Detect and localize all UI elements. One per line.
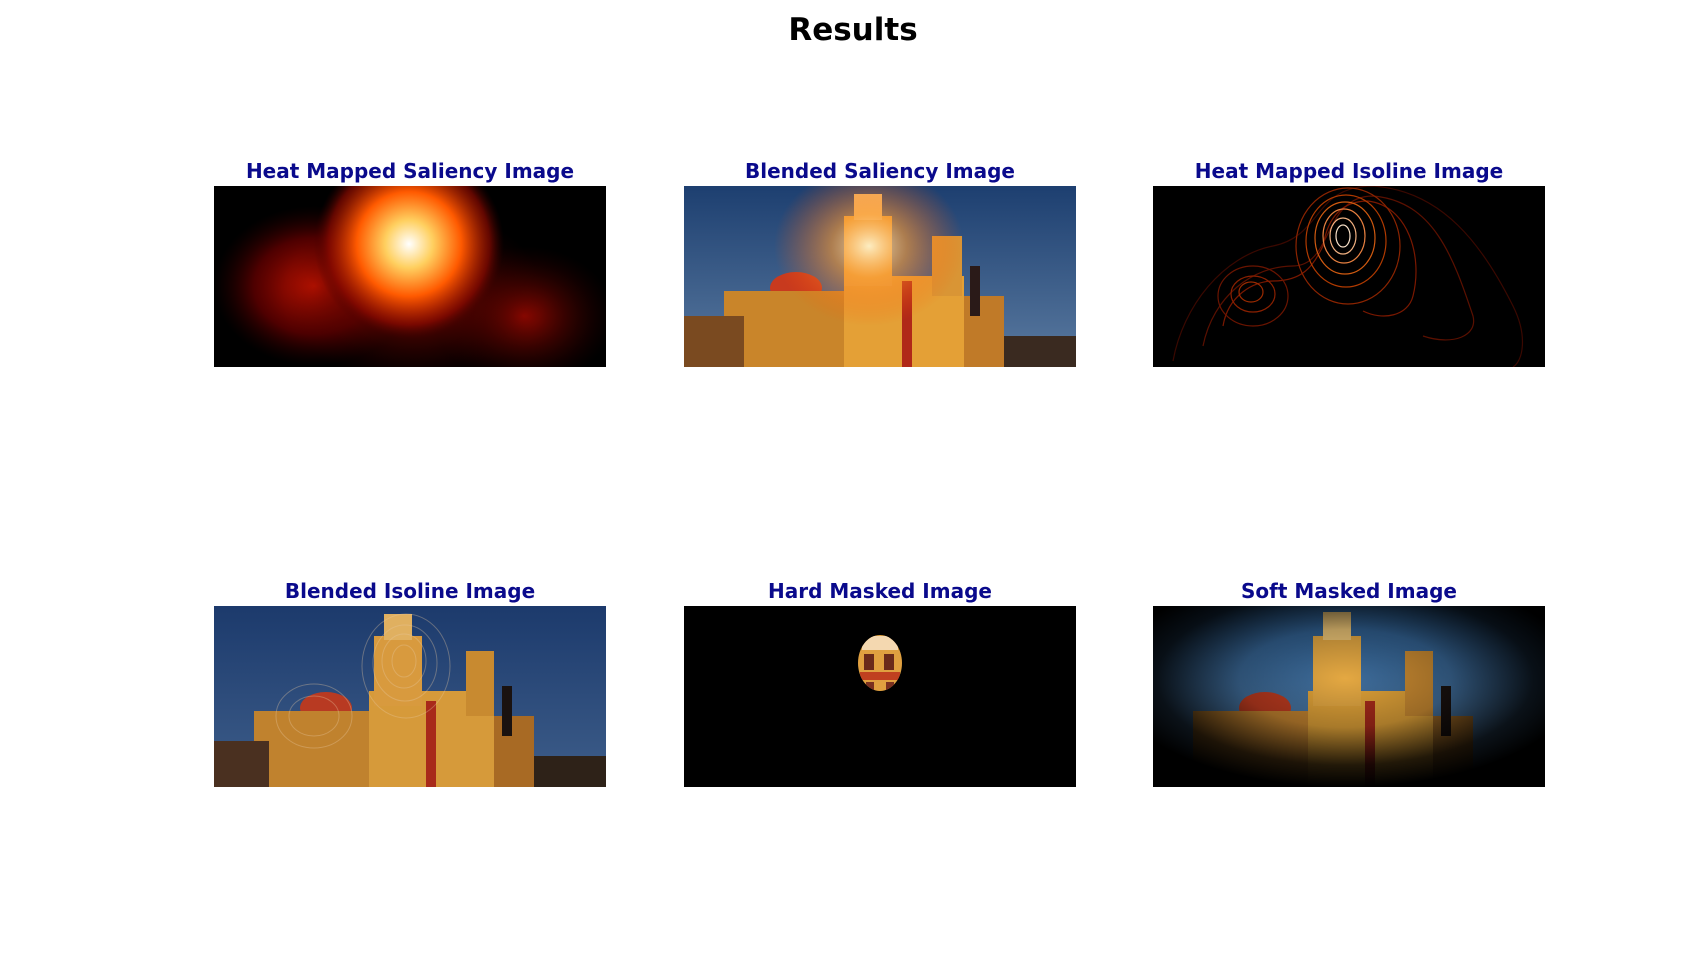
heat-saliency-image — [214, 186, 606, 367]
blended-isoline-image — [214, 606, 606, 787]
panel-title: Soft Masked Image — [1241, 579, 1457, 603]
panel-title: Blended Saliency Image — [745, 159, 1015, 183]
panel-title: Heat Mapped Isoline Image — [1194, 159, 1504, 183]
panel-title: Blended Isoline Image — [284, 579, 536, 603]
blended-saliency-image — [684, 186, 1076, 367]
panel-title: Heat Mapped Saliency Image — [245, 159, 575, 183]
soft-masked-image — [1153, 606, 1545, 787]
heat-isoline-image — [1153, 186, 1545, 367]
panel-title: Hard Masked Image — [768, 579, 992, 603]
figure-title: Results — [788, 12, 918, 48]
hard-masked-image — [684, 606, 1076, 787]
